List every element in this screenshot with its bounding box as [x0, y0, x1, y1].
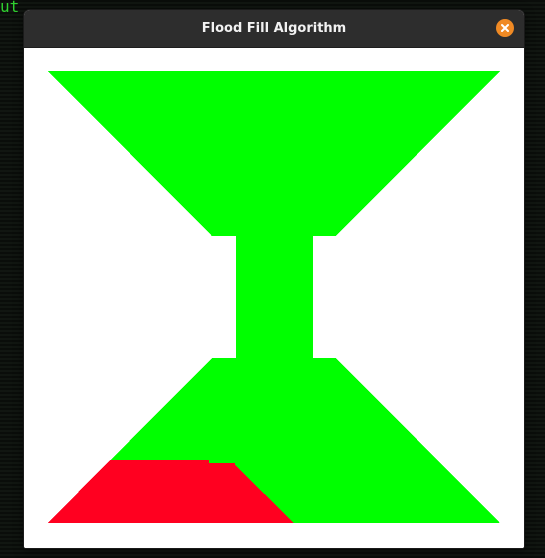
close-button[interactable]: [496, 19, 514, 37]
app-window: Flood Fill Algorithm: [24, 10, 524, 548]
close-icon: [501, 24, 509, 32]
drawing-canvas[interactable]: [24, 48, 524, 548]
window-titlebar[interactable]: Flood Fill Algorithm: [24, 10, 524, 48]
hourglass-top: [48, 71, 500, 236]
hourglass-drawing: [48, 71, 500, 523]
terminal-text: ut: [0, 0, 20, 16]
window-title: Flood Fill Algorithm: [201, 21, 347, 36]
hourglass-neck: [236, 235, 313, 359]
desktop-background: ut Flood Fill Algorithm: [0, 0, 545, 558]
